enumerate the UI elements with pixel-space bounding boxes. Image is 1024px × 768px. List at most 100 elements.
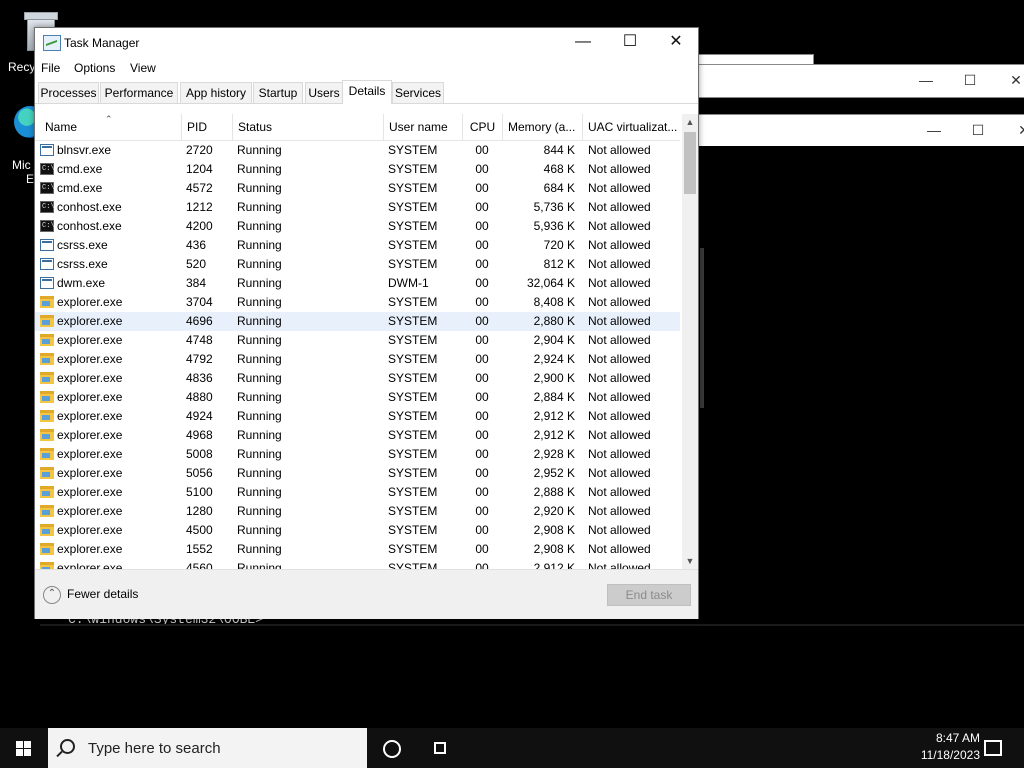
- process-user: SYSTEM: [388, 390, 438, 404]
- cmd-scrollbar[interactable]: [700, 248, 704, 408]
- task-manager-window[interactable]: Task Manager — ☐ ✕ File Options View Pro…: [34, 27, 699, 619]
- process-name: explorer.exe: [57, 561, 123, 569]
- process-user: SYSTEM: [388, 143, 438, 157]
- process-uac: Not allowed: [588, 162, 651, 176]
- column-uac-virtualization[interactable]: UAC virtualizat...: [582, 114, 680, 140]
- search-placeholder: Type here to search: [88, 740, 221, 757]
- table-row[interactable]: csrss.exe 436 Running SYSTEM 00 720 K Not allo…: [35, 236, 680, 255]
- table-row[interactable]: cmd.exe 4572 Running SYSTEM 00 684 K Not allow…: [35, 179, 680, 198]
- process-uac: Not allowed: [588, 504, 651, 518]
- column-pid[interactable]: PID: [181, 114, 232, 140]
- table-row[interactable]: explorer.exe 1552 Running SYSTEM 00 2,908 K No…: [35, 540, 680, 559]
- table-row[interactable]: explorer.exe 5056 Running SYSTEM 00 2,952 K No…: [35, 464, 680, 483]
- tab-processes[interactable]: Processes: [38, 82, 99, 103]
- process-user: SYSTEM: [388, 504, 438, 518]
- process-status: Running: [237, 333, 282, 347]
- column-cpu[interactable]: CPU: [462, 114, 502, 140]
- background-cmd-window[interactable]: — ☐ ✕: [698, 64, 1024, 98]
- close-icon[interactable]: ✕: [1001, 119, 1024, 141]
- process-name: explorer.exe: [57, 542, 123, 556]
- minimize-icon[interactable]: —: [911, 119, 957, 141]
- tab-app-history[interactable]: App history: [180, 82, 252, 103]
- table-row[interactable]: explorer.exe 4924 Running SYSTEM 00 2,912 K No…: [35, 407, 680, 426]
- table-row[interactable]: cmd.exe 1204 Running SYSTEM 00 468 K Not allow…: [35, 160, 680, 179]
- system-clock[interactable]: 8:47 AM 11/18/2023: [900, 730, 980, 764]
- scroll-thumb[interactable]: [684, 132, 696, 194]
- process-memory: 5,936 K: [533, 219, 575, 233]
- table-row[interactable]: explorer.exe 1280 Running SYSTEM 00 2,920 K No…: [35, 502, 680, 521]
- start-button[interactable]: [0, 728, 48, 768]
- column-user-name[interactable]: User name: [383, 114, 462, 140]
- taskbar-search-box[interactable]: Type here to search: [48, 728, 367, 768]
- tab-startup[interactable]: Startup: [253, 82, 303, 103]
- table-row[interactable]: explorer.exe 3704 Running SYSTEM 00 8,408 K No…: [35, 293, 680, 312]
- table-row[interactable]: blnsvr.exe 2720 Running SYSTEM 00 844 K Not al…: [35, 141, 680, 160]
- details-grid: ⌃ Name PID Status User name CPU Memory (…: [35, 114, 698, 569]
- scroll-down-icon[interactable]: ▼: [682, 553, 698, 569]
- table-row[interactable]: explorer.exe 4880 Running SYSTEM 00 2,884 K No…: [35, 388, 680, 407]
- process-name: explorer.exe: [57, 485, 123, 499]
- title-bar[interactable]: Task Manager — ☐ ✕: [35, 28, 698, 58]
- process-cpu: 00: [475, 257, 489, 271]
- process-uac: Not allowed: [588, 485, 651, 499]
- table-row[interactable]: explorer.exe 4560 Running SYSTEM 00 2,912 K No…: [35, 559, 680, 569]
- process-status: Running: [237, 409, 282, 423]
- table-row[interactable]: conhost.exe 4200 Running SYSTEM 00 5,936 K Not…: [35, 217, 680, 236]
- end-task-button[interactable]: End task: [607, 584, 691, 606]
- notifications-icon[interactable]: [984, 740, 1002, 756]
- table-row[interactable]: explorer.exe 5100 Running SYSTEM 00 2,888 K No…: [35, 483, 680, 502]
- maximize-icon[interactable]: ☐: [947, 69, 993, 91]
- background-cmd-window-2[interactable]: — ☐ ✕: [698, 114, 1024, 148]
- explorer-icon: [40, 467, 54, 479]
- process-user: SYSTEM: [388, 447, 438, 461]
- process-pid: 4560: [186, 561, 213, 569]
- column-status[interactable]: Status: [232, 114, 383, 140]
- process-cpu: 00: [475, 352, 489, 366]
- table-row[interactable]: explorer.exe 4748 Running SYSTEM 00 2,904 K No…: [35, 331, 680, 350]
- close-button[interactable]: ✕: [653, 28, 699, 58]
- table-row[interactable]: explorer.exe 4792 Running SYSTEM 00 2,924 K No…: [35, 350, 680, 369]
- table-row[interactable]: explorer.exe 4696 Running SYSTEM 00 2,880 K No…: [35, 312, 680, 331]
- footer-bar: ⌃ Fewer details End task: [35, 569, 698, 619]
- scroll-up-icon[interactable]: ▲: [682, 114, 698, 130]
- process-user: SYSTEM: [388, 542, 438, 556]
- table-row[interactable]: conhost.exe 1212 Running SYSTEM 00 5,736 K Not…: [35, 198, 680, 217]
- process-user: SYSTEM: [388, 561, 438, 569]
- table-row[interactable]: csrss.exe 520 Running SYSTEM 00 812 K Not allo…: [35, 255, 680, 274]
- process-pid: 1204: [186, 162, 213, 176]
- process-uac: Not allowed: [588, 181, 651, 195]
- table-row[interactable]: explorer.exe 4500 Running SYSTEM 00 2,908 K No…: [35, 521, 680, 540]
- table-row[interactable]: explorer.exe 4968 Running SYSTEM 00 2,912 K No…: [35, 426, 680, 445]
- process-memory: 8,408 K: [533, 295, 575, 309]
- cmd-window-edge: [40, 624, 1024, 626]
- tab-performance[interactable]: Performance: [100, 82, 178, 103]
- tab-users[interactable]: Users: [305, 82, 343, 103]
- minimize-button[interactable]: —: [560, 28, 606, 58]
- maximize-icon[interactable]: ☐: [955, 119, 1001, 141]
- menu-view[interactable]: View: [130, 61, 156, 75]
- process-memory: 2,952 K: [533, 466, 575, 480]
- vertical-scrollbar[interactable]: ▲ ▼: [682, 114, 698, 569]
- minimize-icon[interactable]: —: [903, 69, 949, 91]
- process-memory: 812 K: [543, 257, 575, 271]
- table-row[interactable]: explorer.exe 5008 Running SYSTEM 00 2,928 K No…: [35, 445, 680, 464]
- table-row[interactable]: explorer.exe 4836 Running SYSTEM 00 2,900 K No…: [35, 369, 680, 388]
- cortana-icon[interactable]: [383, 740, 401, 758]
- maximize-button[interactable]: ☐: [607, 28, 653, 58]
- process-cpu: 00: [475, 485, 489, 499]
- column-name[interactable]: ⌃ Name: [35, 114, 181, 140]
- tab-services[interactable]: Services: [392, 82, 444, 103]
- explorer-icon: [40, 486, 54, 498]
- menu-options[interactable]: Options: [74, 61, 115, 75]
- fewer-details-button[interactable]: ⌃ Fewer details: [43, 586, 138, 604]
- menu-file[interactable]: File: [41, 61, 60, 75]
- table-row[interactable]: dwm.exe 384 Running DWM-1 00 32,064 K Not allo…: [35, 274, 680, 293]
- tab-bar: Processes Performance App history Startu…: [35, 80, 698, 104]
- process-cpu: 00: [475, 181, 489, 195]
- edge-label: Mic: [12, 158, 31, 172]
- tab-details[interactable]: Details: [342, 80, 392, 104]
- column-memory[interactable]: Memory (a...: [502, 114, 582, 140]
- task-view-icon[interactable]: [432, 740, 448, 756]
- process-pid: 1280: [186, 504, 213, 518]
- close-icon[interactable]: ✕: [993, 69, 1024, 91]
